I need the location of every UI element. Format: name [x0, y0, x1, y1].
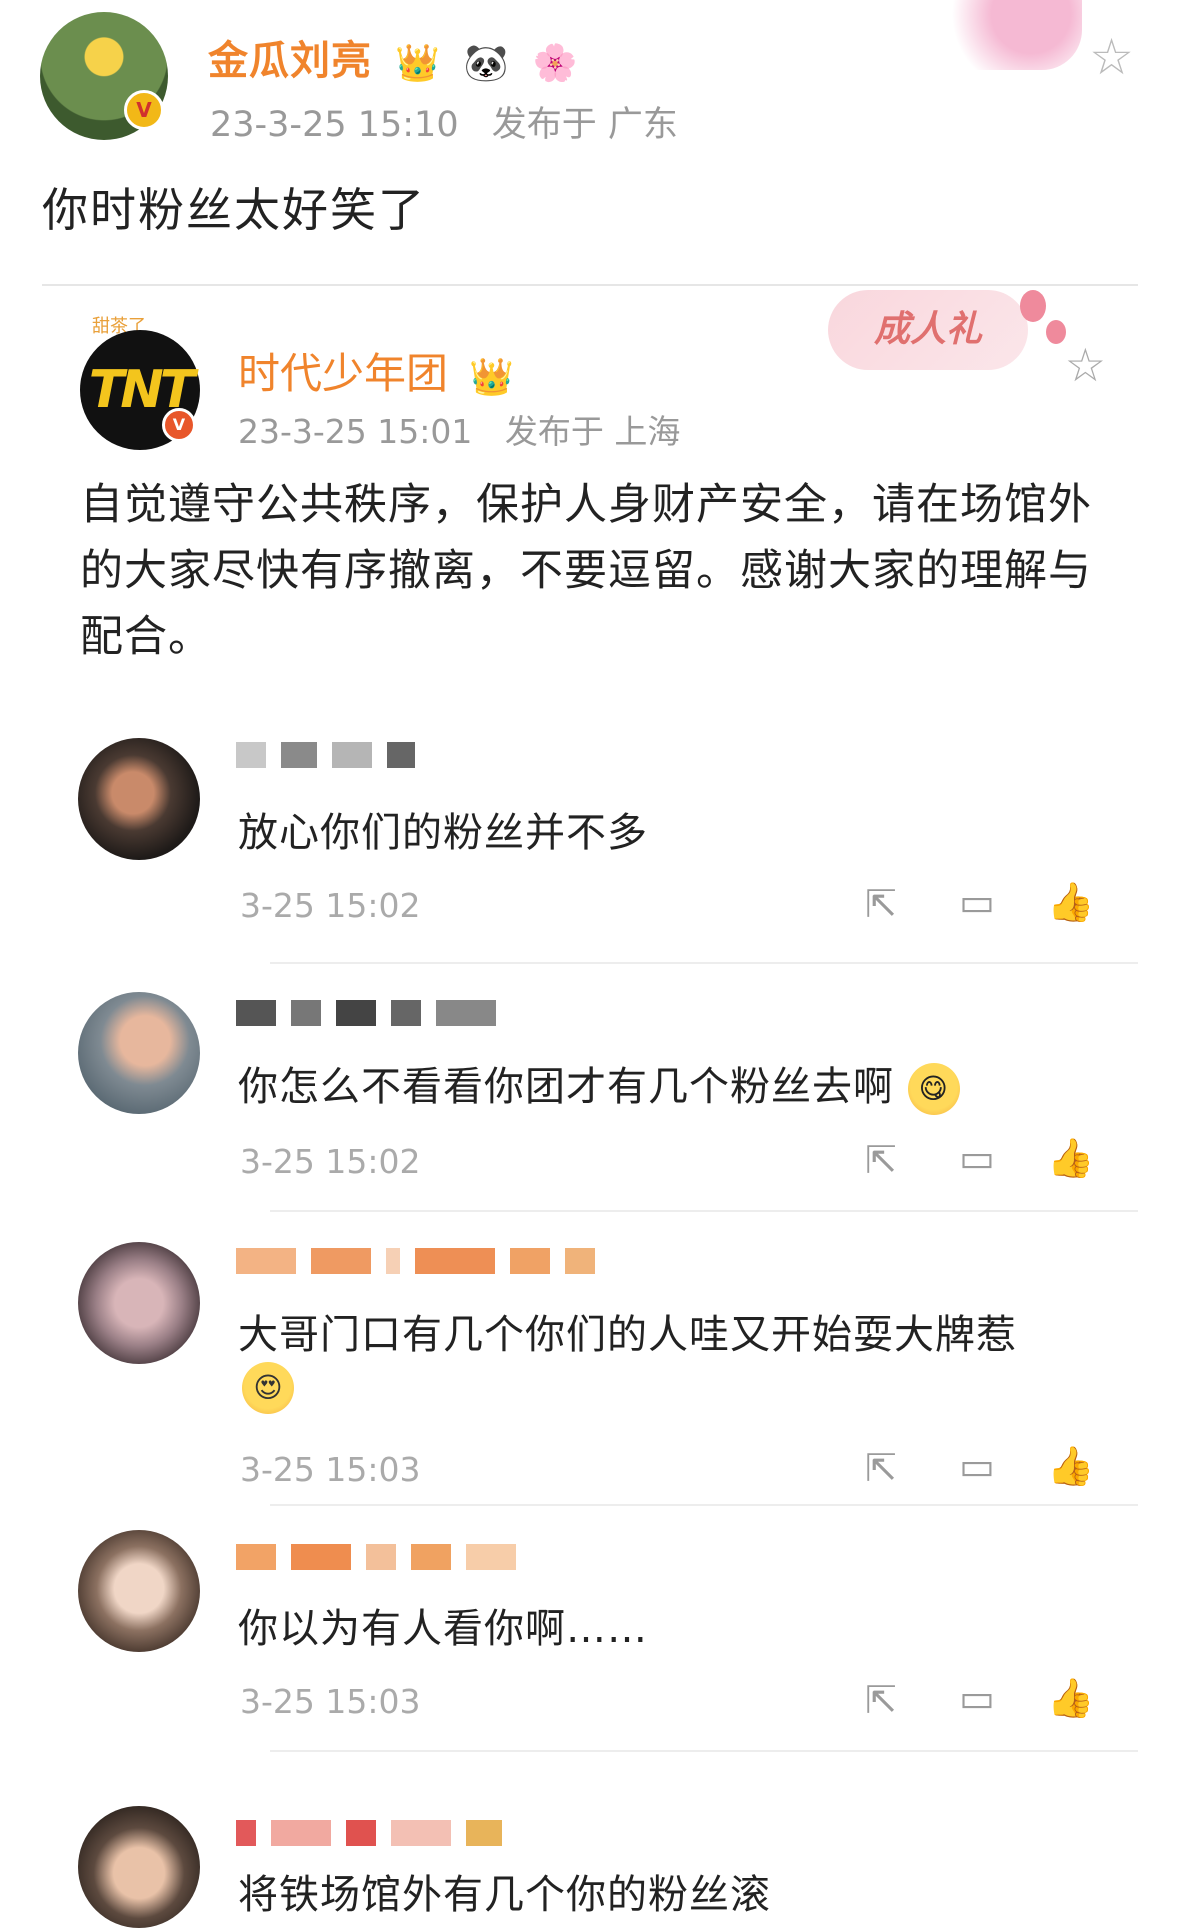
divider — [270, 1210, 1138, 1212]
panda-icon: 🐼 — [463, 43, 510, 84]
decorative-sticker — [912, 0, 1082, 70]
like-icon[interactable]: 👍 — [1046, 880, 1096, 925]
commenter-name-blurred[interactable] — [236, 1820, 512, 1846]
divider — [270, 962, 1138, 964]
love-emoji-icon: 😍 — [242, 1362, 294, 1414]
like-icon[interactable]: 👍 — [1046, 1676, 1096, 1721]
commenter-avatar[interactable] — [78, 1530, 200, 1652]
comment-time: 3-25 15:02 — [240, 886, 421, 925]
author-name[interactable]: 金瓜刘亮 👑 🐼 🌸 — [208, 28, 578, 86]
divider — [270, 1504, 1138, 1506]
drooling-emoji-icon: 😋 — [907, 1063, 960, 1115]
share-icon[interactable]: ⇱ — [856, 1678, 906, 1722]
divider — [270, 1750, 1138, 1752]
comment-text: 放心你们的粉丝并不多 — [238, 810, 648, 856]
comment-text-label: 你怎么不看看你团才有几个粉丝去啊 — [238, 1064, 894, 1110]
commenter-name-blurred[interactable] — [236, 1248, 605, 1274]
balloon-icon — [1046, 320, 1066, 344]
comment-time: 3-25 15:02 — [240, 1142, 421, 1181]
commenter-avatar[interactable] — [78, 1242, 200, 1364]
comment-text: 大哥门口有几个你们的人哇又开始耍大牌惹 — [238, 1312, 1017, 1358]
comment-icon[interactable]: ▭ — [952, 1676, 1002, 1720]
commenter-name-blurred[interactable] — [236, 742, 425, 768]
comment-time: 3-25 15:03 — [240, 1450, 421, 1489]
share-icon[interactable]: ⇱ — [856, 1138, 906, 1182]
author-name-label: 金瓜刘亮 — [208, 38, 372, 84]
flower-icon: 🌸 — [532, 43, 579, 84]
favorite-star-icon[interactable]: ☆ — [1065, 338, 1106, 392]
verified-badge-icon: V — [124, 90, 164, 130]
comment-text: 将铁场馆外有几个你的粉丝滚 — [238, 1872, 771, 1918]
ceremony-badge: 成人礼 — [828, 290, 1028, 370]
commenter-avatar[interactable] — [78, 992, 200, 1114]
share-icon[interactable]: ⇱ — [856, 882, 906, 926]
favorite-star-icon[interactable]: ☆ — [1089, 28, 1134, 86]
verified-badge-icon: V — [162, 408, 196, 442]
share-icon[interactable]: ⇱ — [856, 1446, 906, 1490]
repost-meta: 23-3-25 15:01 发布于 上海 — [238, 405, 680, 453]
comment-text: 你以为有人看你啊…… — [238, 1606, 648, 1652]
comment-icon[interactable]: ▭ — [952, 1136, 1002, 1180]
comment-icon[interactable]: ▭ — [952, 880, 1002, 924]
repost-time: 23-3-25 15:01 — [238, 412, 473, 451]
post-text: 你时粉丝太好笑了 — [42, 183, 426, 237]
post-location: 发布于 广东 — [491, 105, 678, 145]
balloon-icon — [1020, 290, 1046, 322]
crown-icon: 👑 — [469, 356, 515, 398]
repost-author-label: 时代少年团 — [238, 349, 449, 398]
comment-text: 你怎么不看看你团才有几个粉丝去啊 😋 — [238, 1054, 960, 1115]
post-meta: 23-3-25 15:10 发布于 广东 — [210, 96, 678, 147]
repost-location: 发布于 上海 — [504, 412, 681, 451]
like-icon[interactable]: 👍 — [1046, 1444, 1096, 1489]
comment-time: 3-25 15:03 — [240, 1682, 421, 1721]
commenter-name-blurred[interactable] — [236, 1544, 526, 1570]
comment-icon[interactable]: ▭ — [952, 1444, 1002, 1488]
like-icon[interactable]: 👍 — [1046, 1136, 1096, 1181]
commenter-name-blurred[interactable] — [236, 1000, 506, 1026]
repost-author-name[interactable]: 时代少年团 👑 — [238, 340, 514, 401]
commenter-avatar[interactable] — [78, 738, 200, 860]
commenter-avatar[interactable] — [78, 1806, 200, 1928]
repost-text: 自觉遵守公共秩序，保护人身财产安全，请在场馆外的大家尽快有序撤离，不要逗留。感谢… — [80, 480, 1092, 662]
crown-icon: 👑 — [394, 43, 441, 84]
post-time: 23-3-25 15:10 — [210, 105, 459, 145]
divider — [42, 284, 1138, 286]
